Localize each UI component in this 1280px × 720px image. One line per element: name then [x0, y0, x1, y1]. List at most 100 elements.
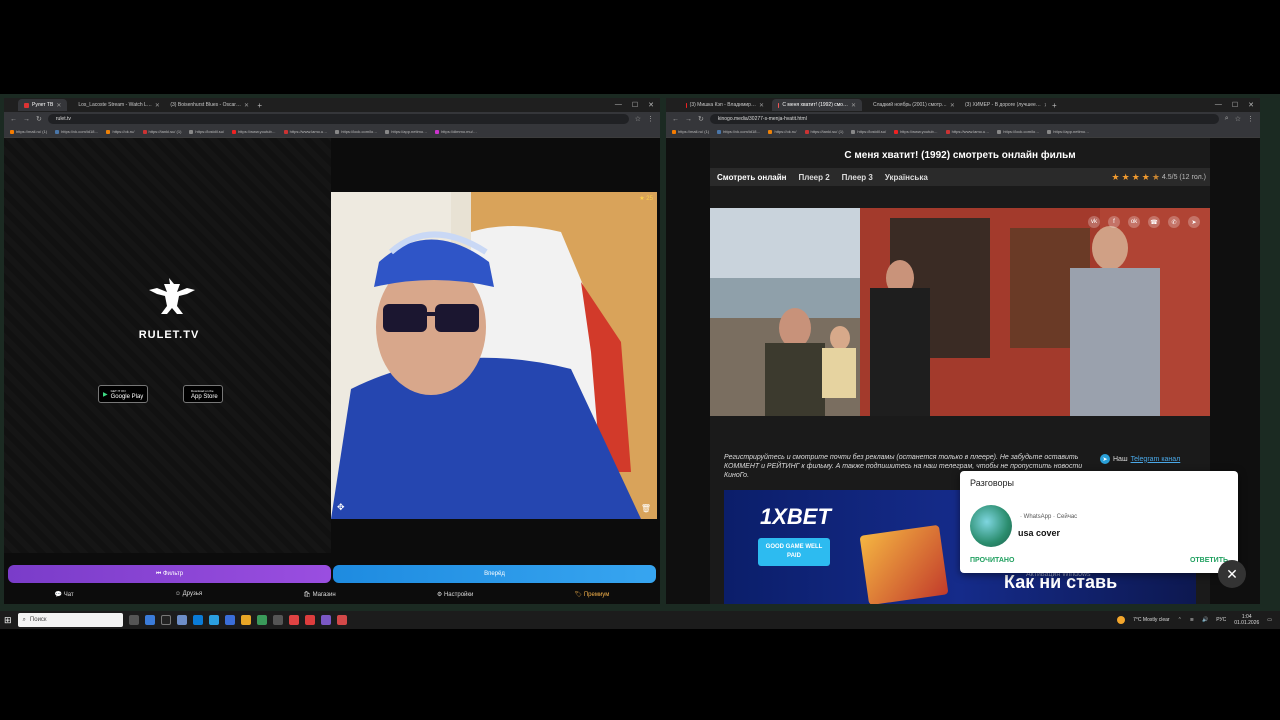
bookmark-item[interactable]: https://lostdil.su/: [851, 129, 886, 134]
bookmark-item[interactable]: https://dimmo.mu/…: [435, 129, 477, 134]
nav-friends[interactable]: ☺ Друзья: [175, 591, 202, 597]
whatsapp-icon[interactable]: ✆: [1168, 216, 1180, 228]
bookmark-item[interactable]: https://www.youtub…: [894, 129, 938, 134]
reload-icon[interactable]: ↻: [36, 115, 42, 123]
close-icon[interactable]: ✕: [1044, 102, 1046, 109]
video-player[interactable]: vk f ok ☎ ✆ ➤: [710, 208, 1210, 416]
nav-premium[interactable]: 🏷 Премиум: [575, 591, 610, 598]
bookmark-item[interactable]: https://vk.com/id18…: [717, 129, 760, 134]
webcam-video[interactable]: ★ 25 ✥ 🗑: [331, 192, 657, 519]
ok-icon[interactable]: ok: [1128, 216, 1140, 228]
whatsapp-notification[interactable]: Разговоры · WhatsApp · Сейчас usa cover …: [960, 471, 1238, 573]
trash-icon[interactable]: 🗑: [641, 504, 651, 513]
volume-icon[interactable]: 🔊: [1202, 617, 1208, 623]
terminal-icon[interactable]: [160, 615, 171, 625]
forward-icon[interactable]: →: [23, 116, 30, 123]
bookmark-item[interactable]: https://ok.ru/: [106, 129, 135, 134]
nav-shop[interactable]: 🛍 Магазин: [303, 591, 335, 598]
mark-read-button[interactable]: ПРОЧИТАНО: [970, 557, 1014, 564]
bookmark-item[interactable]: https://app.netimo…: [385, 129, 427, 134]
next-button[interactable]: Вперёд: [333, 565, 656, 583]
telegram-icon[interactable]: [208, 615, 219, 625]
close-icon[interactable]: ✕: [950, 102, 954, 109]
google-play-button[interactable]: ▶ GET IT ON Google Play: [98, 385, 149, 403]
star-icon[interactable]: ★: [1132, 172, 1140, 183]
bookmark-item[interactable]: https://www.lamo.u…: [945, 129, 989, 134]
app-icon[interactable]: [144, 615, 155, 625]
bookmark-item[interactable]: https://mail.ru/ (1): [672, 129, 709, 134]
close-icon[interactable]: ✕: [155, 102, 160, 109]
right-tab-3[interactable]: (3) ХИМЕР - В дороге (лучшее…✕: [956, 99, 1046, 111]
maximize-icon[interactable]: ☐: [632, 101, 638, 109]
tab-player-3[interactable]: Плеер 3: [842, 173, 873, 182]
telegram-link[interactable]: Telegram канал: [1131, 456, 1181, 463]
close-window-icon[interactable]: ✕: [648, 101, 654, 109]
left-tab-0[interactable]: Рулет ТВ ✕: [18, 99, 68, 111]
viber-icon[interactable]: ☎: [1148, 216, 1160, 228]
left-tab-2[interactable]: (3) Boisenhurst Blues - Oscar… ✕: [161, 99, 251, 111]
chrome-icon[interactable]: [304, 615, 315, 625]
bookmark-item[interactable]: https://mail.ru/ (1): [10, 129, 47, 134]
app-icon[interactable]: [320, 615, 331, 625]
new-tab-icon[interactable]: +: [253, 101, 266, 110]
tray-chevron-icon[interactable]: ⌃: [1178, 617, 1182, 623]
star-icon[interactable]: ★: [1122, 172, 1130, 183]
move-icon[interactable]: ✥: [337, 502, 345, 513]
telegram-icon[interactable]: ➤: [1188, 216, 1200, 228]
windows-start-icon[interactable]: ⊞: [4, 615, 12, 626]
bookmark-item[interactable]: https://tanki.su/ (1): [804, 129, 843, 134]
right-tab-1[interactable]: С меня хватит! (1992) смо… ✕: [772, 99, 862, 111]
filter-button[interactable]: ⏮ Фильтр: [8, 565, 331, 583]
edge-icon[interactable]: [192, 615, 203, 625]
address-bar[interactable]: kinogo.media/30277-s-menja-hvatit.html: [709, 114, 1219, 124]
app-icon[interactable]: [224, 615, 235, 625]
bookmark-item[interactable]: https://ok.ru/: [768, 129, 797, 134]
app-icon[interactable]: [272, 615, 283, 625]
taskbar-search[interactable]: ⌕ Поиск: [17, 613, 123, 627]
back-icon[interactable]: ←: [10, 116, 17, 123]
star-icon[interactable]: ★: [1152, 172, 1160, 183]
reload-icon[interactable]: ↻: [698, 115, 704, 123]
zoom-icon[interactable]: ⌕: [1225, 115, 1229, 123]
app-icon[interactable]: [288, 615, 299, 625]
new-tab-icon[interactable]: +: [1048, 101, 1061, 110]
tab-player-2[interactable]: Плеер 2: [798, 173, 829, 182]
clock[interactable]: 1:04 01.01.2026: [1234, 614, 1259, 626]
bookmark-item[interactable]: https://lostdil.su/: [189, 129, 224, 134]
tab-watch-online[interactable]: Смотреть онлайн: [717, 173, 786, 182]
star-icon[interactable]: ☆: [635, 115, 641, 123]
nav-chat[interactable]: 💬 Чат: [55, 591, 74, 598]
bookmark-item[interactable]: https://vk.com/id18…: [55, 129, 98, 134]
chrome-icon[interactable]: [336, 615, 347, 625]
bookmark-item[interactable]: https://www.youtub…: [232, 129, 276, 134]
notifications-icon[interactable]: ▭: [1267, 617, 1272, 623]
right-tab-2[interactable]: Сладкий ноябрь (2001) смотр… ✕: [864, 99, 954, 111]
task-view-icon[interactable]: [128, 615, 139, 625]
maximize-icon[interactable]: ☐: [1232, 101, 1238, 109]
bookmark-item[interactable]: https://tanki.su/ (1): [142, 129, 181, 134]
app-icon[interactable]: [176, 615, 187, 625]
menu-icon[interactable]: ⋮: [647, 115, 654, 123]
left-tab-1[interactable]: Los_Lacoste Stream - Watch L… ✕: [69, 99, 159, 111]
close-window-icon[interactable]: ✕: [1248, 101, 1254, 109]
weather-text[interactable]: 7°C Mostly clear: [1133, 617, 1169, 623]
address-bar[interactable]: rulet.tv: [47, 114, 629, 124]
back-icon[interactable]: ←: [672, 116, 679, 123]
star-icon[interactable]: ★: [1142, 172, 1150, 183]
close-fab-icon[interactable]: ✕: [1218, 560, 1246, 588]
bookmark-item[interactable]: https://lock.com/lo…: [997, 129, 1039, 134]
app-icon[interactable]: [256, 615, 267, 625]
close-icon[interactable]: ✕: [244, 102, 249, 109]
language-indicator[interactable]: РУС: [1216, 617, 1226, 623]
menu-icon[interactable]: ⋮: [1247, 115, 1254, 123]
bookmark-item[interactable]: https://www.lamo.u…: [283, 129, 327, 134]
bookmark-item[interactable]: https://app.netimo…: [1047, 129, 1089, 134]
wifi-icon[interactable]: ≋: [1190, 617, 1194, 623]
star-icon[interactable]: ★: [1112, 172, 1120, 183]
vk-icon[interactable]: vk: [1088, 216, 1100, 228]
close-icon[interactable]: ✕: [759, 102, 764, 109]
close-icon[interactable]: ✕: [56, 102, 61, 109]
minimize-icon[interactable]: —: [615, 101, 622, 109]
app-store-button[interactable]: Download on the App Store: [183, 385, 223, 403]
nav-settings[interactable]: ⚙ Настройки: [437, 591, 473, 598]
